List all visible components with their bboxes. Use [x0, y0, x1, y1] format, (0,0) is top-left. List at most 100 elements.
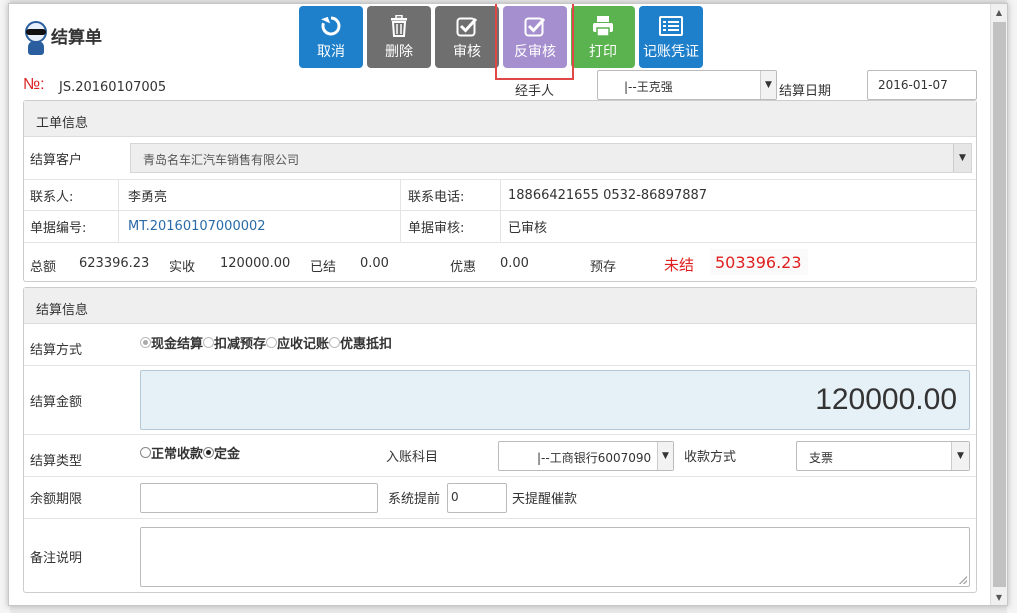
- account-select-value: |--工商银行6007090: [537, 451, 652, 465]
- note-textarea[interactable]: [140, 527, 970, 587]
- method-radio-cash[interactable]: [140, 337, 151, 348]
- unsettled-value: 503396.23: [715, 253, 802, 272]
- method-radio-discount[interactable]: [329, 337, 341, 348]
- chevron-down-icon[interactable]: ▼: [657, 442, 673, 470]
- unsettled-label: 未结: [664, 256, 695, 274]
- amount-summary: 总额 623396.23 实收 120000.00 已结 0.00 优惠 0.0…: [24, 247, 976, 281]
- check-square-icon: [456, 13, 478, 39]
- type-radio-normal[interactable]: [140, 447, 151, 458]
- settlement-amount-label: 结算金额: [30, 394, 83, 410]
- method-radio-discount-label[interactable]: 优惠抵扣: [340, 333, 392, 352]
- balance-term-input[interactable]: [140, 483, 378, 513]
- doc-audit-value: 已审核: [508, 221, 548, 236]
- settlement-amount-input[interactable]: 120000.00: [140, 370, 970, 430]
- pay-method-label: 收款方式: [684, 450, 737, 465]
- prepaid-label: 预存: [590, 260, 617, 275]
- audit-button-label: 审核: [453, 44, 481, 60]
- handler-label: 经手人: [515, 84, 555, 99]
- discount-label: 优惠: [450, 260, 477, 275]
- contact-value: 李勇亮: [128, 189, 168, 205]
- work-order-panel-title: 工单信息: [24, 101, 976, 137]
- settlement-type-row: 结算类型 正常收款 定金 入账科目 |--工商银行6007090 ▼ 收款方式 …: [24, 435, 976, 477]
- work-order-panel: 工单信息 结算客户 青岛名车汇汽车销售有限公司 ▼ 联系人: 李勇亮 联系电话:…: [23, 100, 977, 282]
- doc-audit-label: 单据审核:: [408, 221, 465, 236]
- scroll-up-icon[interactable]: ▲: [991, 6, 1007, 20]
- customer-select[interactable]: 青岛名车汇汽车销售有限公司 ▼: [130, 143, 972, 173]
- note-label: 备注说明: [30, 550, 83, 566]
- settlement-method-row: 结算方式 现金结算 扣减预存 应收记账 优惠抵扣: [24, 324, 976, 366]
- method-radio-receivable-label[interactable]: 应收记账: [277, 333, 329, 352]
- settlement-date-label: 结算日期: [779, 84, 832, 99]
- discount-value: 0.00: [500, 256, 529, 271]
- balance-term-row: 余额期限 系统提前 0 天提醒催款: [24, 477, 976, 519]
- method-radio-prepaid[interactable]: [203, 337, 215, 348]
- remind-days-input[interactable]: 0: [447, 483, 507, 513]
- customer-label: 结算客户: [30, 152, 83, 168]
- account-select[interactable]: |--工商银行6007090 ▼: [498, 441, 674, 471]
- customer-select-value: 青岛名车汇汽车销售有限公司: [143, 153, 300, 167]
- vertical-scrollbar[interactable]: ▲ ▼: [990, 4, 1007, 605]
- settlement-method-group: 现金结算 扣减预存 应收记账 优惠抵扣: [140, 322, 392, 363]
- printer-icon: [592, 13, 614, 39]
- type-radio-deposit[interactable]: [203, 447, 215, 458]
- received-value: 120000.00: [220, 256, 291, 271]
- mascot-logo-icon: [23, 21, 49, 55]
- method-radio-prepaid-label[interactable]: 扣减预存: [214, 333, 266, 352]
- check-square-icon: [524, 13, 546, 39]
- print-button-label: 打印: [589, 44, 617, 60]
- document-no-value: JS.20160107005: [59, 80, 167, 95]
- remind-label-pre: 系统提前: [388, 492, 441, 507]
- refresh-icon: [320, 13, 342, 39]
- type-radio-normal-label[interactable]: 正常收款: [151, 443, 203, 462]
- list-icon: [659, 13, 683, 39]
- trash-icon: [389, 13, 409, 39]
- unaudit-button[interactable]: 反审核: [503, 6, 567, 68]
- pay-method-select[interactable]: 支票 ▼: [796, 441, 970, 471]
- voucher-button[interactable]: 记账凭证: [639, 6, 703, 68]
- settled-value: 0.00: [360, 256, 389, 271]
- account-label: 入账科目: [386, 450, 439, 465]
- scroll-down-icon[interactable]: ▼: [991, 591, 1007, 605]
- unaudit-button-label: 反审核: [514, 44, 556, 60]
- cancel-button-label: 取消: [317, 44, 345, 60]
- doc-no-label: 单据编号:: [30, 221, 87, 236]
- scrollbar-thumb[interactable]: [993, 22, 1006, 587]
- print-button[interactable]: 打印: [571, 6, 635, 68]
- resize-grip-icon[interactable]: [959, 576, 967, 584]
- settlement-type-group: 正常收款 定金: [140, 432, 240, 473]
- document-row: 单据编号: MT.20160107000002 单据审核: 已审核: [24, 211, 976, 243]
- remind-label-post: 天提醒催款: [512, 492, 578, 507]
- settled-label: 已结: [310, 260, 337, 275]
- chevron-down-icon[interactable]: ▼: [953, 144, 971, 172]
- audit-button[interactable]: 审核: [435, 6, 499, 68]
- settlement-panel: 结算信息 结算方式 现金结算 扣减预存 应收记账 优惠抵扣 结算金额 12000…: [23, 287, 977, 593]
- background-window-right-edge: [1007, 0, 1017, 613]
- pay-method-select-value: 支票: [809, 451, 834, 465]
- handler-select-value: |--王克强: [624, 80, 673, 94]
- settlement-panel-title: 结算信息: [24, 288, 976, 324]
- received-label: 实收: [169, 260, 196, 275]
- chevron-down-icon[interactable]: ▼: [951, 442, 969, 470]
- settlement-date-input[interactable]: 2016-01-07: [867, 70, 977, 100]
- total-value: 623396.23: [79, 256, 150, 271]
- contact-label: 联系人:: [30, 189, 74, 205]
- dialog-title: 结算单: [51, 27, 102, 48]
- chevron-down-icon[interactable]: ▼: [760, 71, 776, 99]
- balance-term-label: 余额期限: [30, 492, 83, 507]
- document-no-label: №:: [23, 76, 45, 93]
- settlement-dialog: 结算单 取消 删除 审核 反审核 打印 记账凭证 ▲ ▼ №: JS.20160…: [8, 3, 1008, 606]
- delete-button-label: 删除: [385, 44, 413, 60]
- doc-no-link[interactable]: MT.20160107000002: [128, 211, 266, 242]
- method-radio-cash-label[interactable]: 现金结算: [151, 333, 203, 352]
- method-radio-receivable[interactable]: [266, 337, 278, 348]
- handler-select[interactable]: |--王克强 ▼: [597, 70, 777, 100]
- settlement-type-label: 结算类型: [30, 454, 83, 469]
- delete-button[interactable]: 删除: [367, 6, 431, 68]
- phone-label: 联系电话:: [408, 189, 465, 205]
- voucher-button-label: 记账凭证: [643, 44, 699, 60]
- type-radio-deposit-label[interactable]: 定金: [214, 443, 240, 462]
- contact-row: 联系人: 李勇亮 联系电话: 18866421655 0532-86897887: [24, 180, 976, 211]
- customer-row: 结算客户 青岛名车汇汽车销售有限公司 ▼: [24, 137, 976, 180]
- settlement-method-label: 结算方式: [30, 343, 83, 358]
- cancel-button[interactable]: 取消: [299, 6, 363, 68]
